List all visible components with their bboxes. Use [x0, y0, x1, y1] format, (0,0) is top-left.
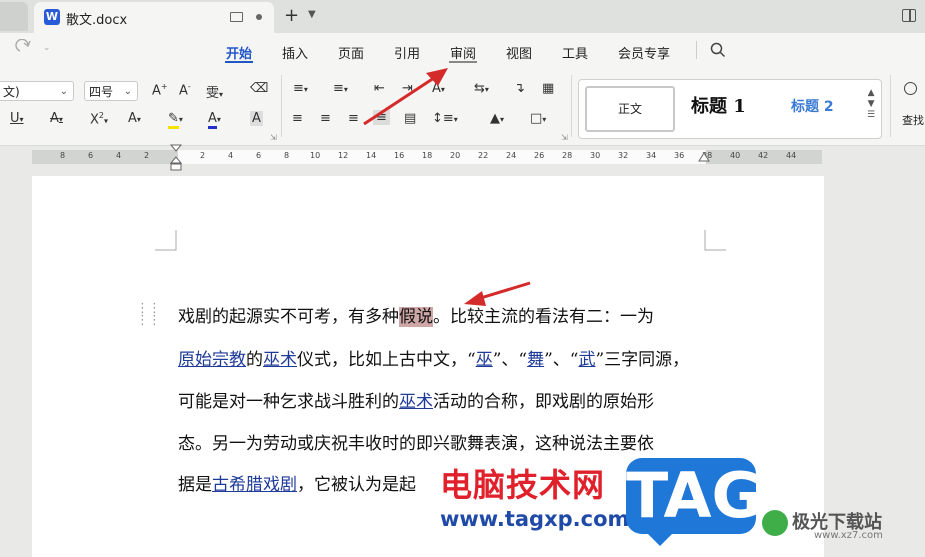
- watermark-jiguang-url: www.xz7.com: [814, 530, 883, 541]
- watermark-jiguang: 极光下载站 www.xz7.com: [762, 508, 922, 541]
- arrow-to-review-tab: [363, 68, 448, 126]
- jiguang-logo-icon: [762, 510, 788, 536]
- watermark-url: www.tagxp.com: [440, 507, 630, 531]
- watermark-site-name: 电脑技术网: [440, 466, 606, 504]
- watermark-tag-logo: TAG: [626, 458, 763, 546]
- arrow-to-selection: [464, 281, 531, 306]
